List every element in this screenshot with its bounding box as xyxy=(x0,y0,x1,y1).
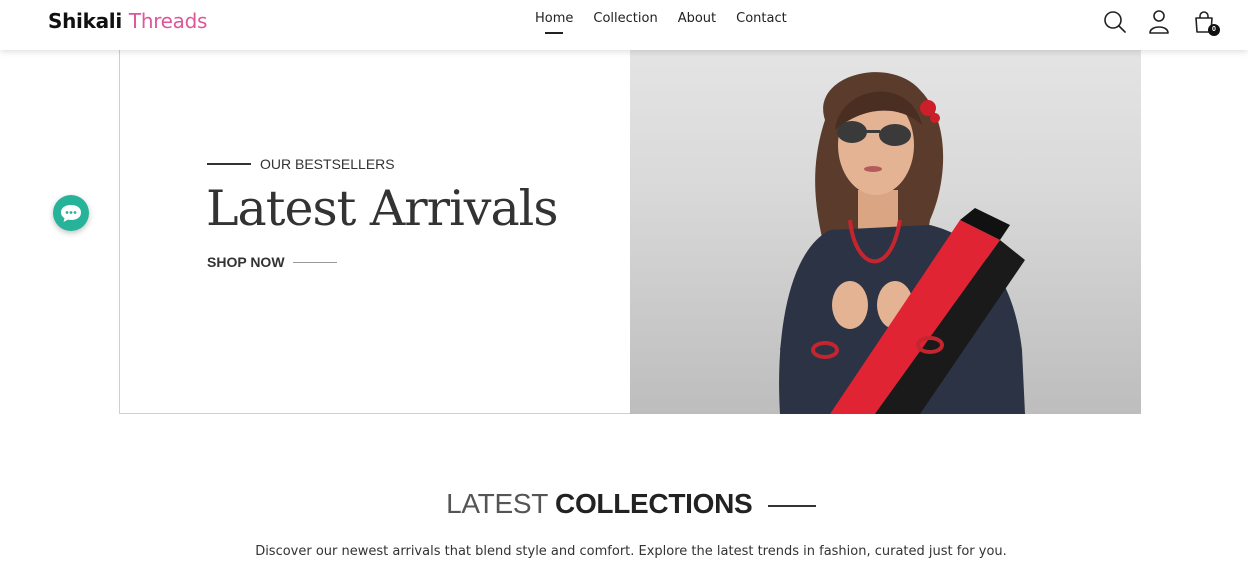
site-header: Shikali Threads Home Collection About Con… xyxy=(0,0,1248,50)
collections-heading-bold: COLLECTIONS xyxy=(555,488,753,519)
brand-logo[interactable]: Shikali Threads xyxy=(48,9,207,33)
shop-now-label: SHOP NOW xyxy=(207,254,285,270)
nav-collection[interactable]: Collection xyxy=(593,11,657,26)
nav-about[interactable]: About xyxy=(678,11,716,26)
cart-count-badge: 0 xyxy=(1208,24,1220,36)
user-icon[interactable] xyxy=(1146,9,1172,35)
collections-heading-divider xyxy=(767,504,816,507)
collections-heading: LATEST COLLECTIONS xyxy=(0,488,1248,520)
eyebrow-divider xyxy=(207,163,251,165)
shopping-bag-icon[interactable]: 0 xyxy=(1191,9,1220,36)
collections-heading-light: LATEST xyxy=(446,488,548,519)
hero-model-illustration xyxy=(779,72,1025,414)
eyebrow-text: OUR BESTSELLERS xyxy=(260,156,395,172)
hero-text-panel: OUR BESTSELLERS Latest Arrivals SHOP NOW xyxy=(119,50,630,414)
shop-now-divider xyxy=(292,261,337,263)
main-nav: Home Collection About Contact xyxy=(535,11,787,34)
hero-eyebrow: OUR BESTSELLERS xyxy=(207,156,395,172)
chat-bubble-icon xyxy=(61,205,81,222)
brand-name-part1: Shikali xyxy=(48,9,122,33)
search-icon[interactable] xyxy=(1102,9,1128,35)
brand-name-part2: Threads xyxy=(128,9,208,33)
chat-button[interactable] xyxy=(53,195,89,231)
nav-home[interactable]: Home xyxy=(535,11,573,34)
shop-now-link[interactable]: SHOP NOW xyxy=(207,254,337,270)
collections-description: Discover our newest arrivals that blend … xyxy=(255,544,1007,559)
hero-image xyxy=(630,50,1141,414)
hero-title: Latest Arrivals xyxy=(206,180,558,237)
nav-contact[interactable]: Contact xyxy=(736,11,787,26)
